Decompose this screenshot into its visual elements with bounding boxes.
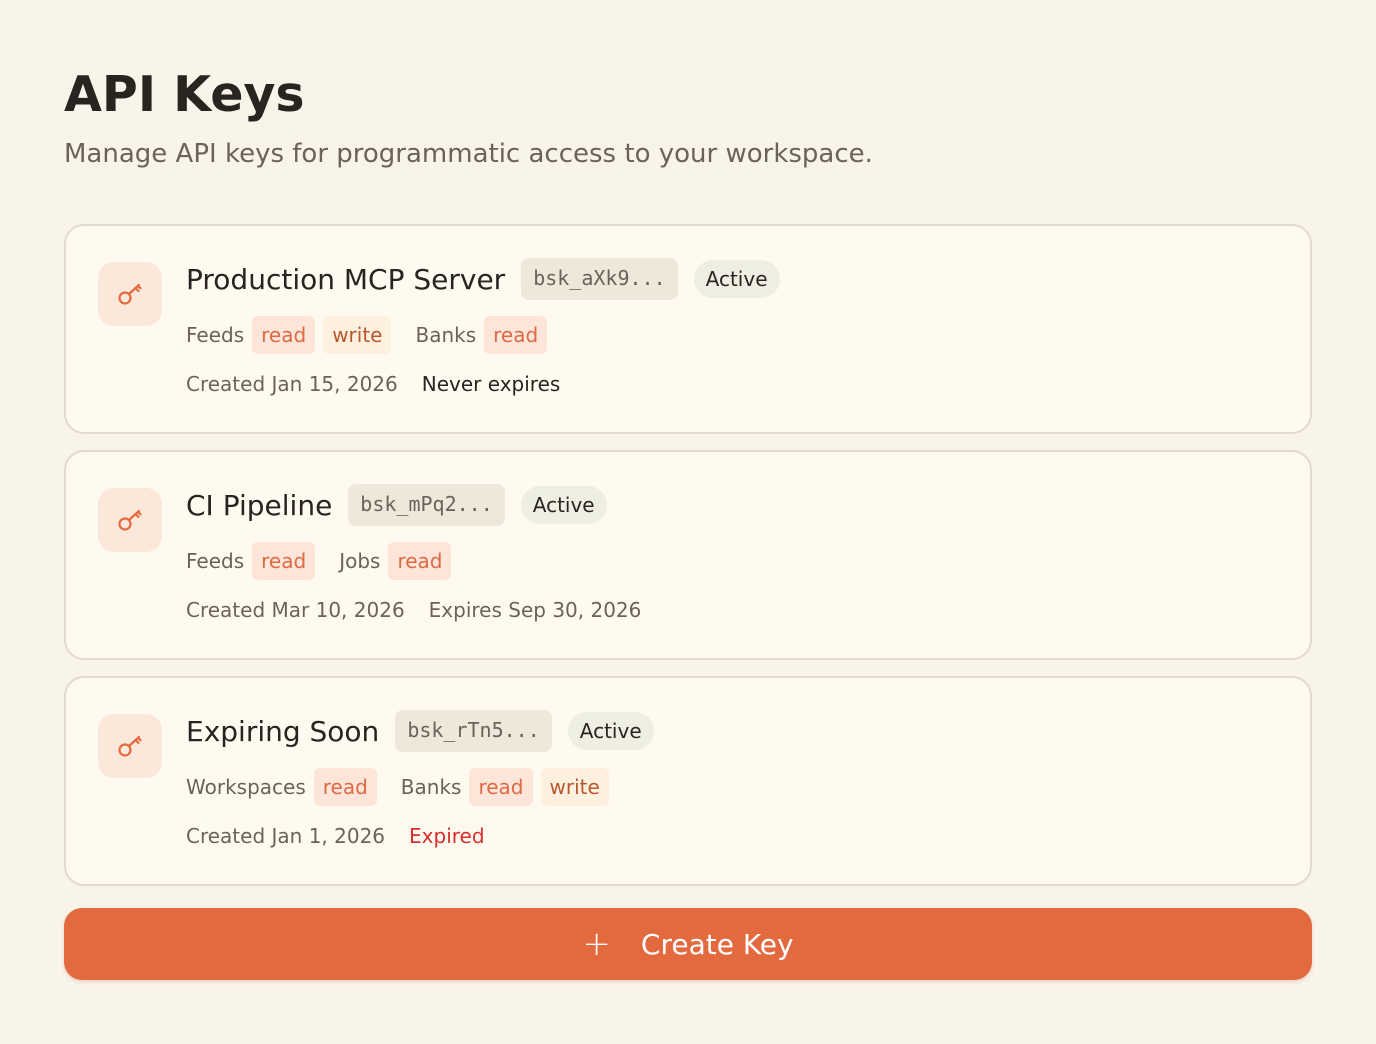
key-icon <box>98 262 162 326</box>
key-dates-row: Created Jan 15, 2026 Never expires <box>186 370 560 398</box>
api-key-card[interactable]: Production MCP Server bsk_aXk9... Active Fe… <box>64 224 1312 434</box>
scope-label: Workspaces <box>186 775 306 799</box>
status-badge: Active <box>693 260 780 298</box>
api-key-card[interactable]: Expiring Soon bsk_rTn5... Active Workspaces… <box>64 676 1312 886</box>
plus-icon: + <box>582 924 611 964</box>
key-dates-row: Created Mar 10, 2026 Expires Sep 30, 2026 <box>186 596 641 624</box>
key-header-row: Production MCP Server bsk_aXk9... Active <box>186 258 780 300</box>
permission-badge: read <box>388 542 452 580</box>
scope-label: Feeds <box>186 549 245 573</box>
key-header-row: CI Pipeline bsk_mPq2... Active <box>186 484 607 526</box>
api-key-list: Production MCP Server bsk_aXk9... Active Fe… <box>64 224 1312 902</box>
create-key-label: Create Key <box>640 927 794 961</box>
scope-label: Banks <box>400 775 462 799</box>
permission-badge: read <box>252 542 316 580</box>
key-icon <box>98 488 162 552</box>
created-date: Created Jan 1, 2026 <box>186 824 386 848</box>
scope-group: Feeds read write <box>186 316 392 354</box>
key-prefix: bsk_mPq2... <box>348 484 505 526</box>
expiry-status: Expired <box>409 824 485 848</box>
scope-group: Workspaces read <box>186 768 377 806</box>
permission-badge: read <box>252 316 316 354</box>
page-subtitle: Manage API keys for programmatic access … <box>64 139 873 169</box>
key-scopes-row: Workspaces read Banks read write <box>186 768 633 806</box>
permission-badge: read <box>313 768 377 806</box>
expiry-status: Never expires <box>421 372 561 396</box>
key-scopes-row: Feeds read write Banks read <box>186 316 571 354</box>
status-badge: Active <box>520 486 607 524</box>
key-dates-row: Created Jan 1, 2026 Expired <box>186 822 485 850</box>
key-header-row: Expiring Soon bsk_rTn5... Active <box>186 710 654 752</box>
created-date: Created Jan 15, 2026 <box>186 372 398 396</box>
permission-badge: read <box>484 316 548 354</box>
created-date: Created Mar 10, 2026 <box>186 598 405 622</box>
scope-group: Feeds read <box>186 542 316 580</box>
permission-badge: read <box>469 768 533 806</box>
key-name: Expiring Soon <box>186 714 380 748</box>
create-key-button[interactable]: + Create Key <box>64 908 1312 980</box>
key-name: Production MCP Server <box>186 262 506 296</box>
key-name: CI Pipeline <box>186 488 333 522</box>
key-icon <box>98 714 162 778</box>
api-key-card[interactable]: CI Pipeline bsk_mPq2... Active Feeds read Job… <box>64 450 1312 660</box>
scope-label: Feeds <box>186 323 245 347</box>
key-prefix: bsk_rTn5... <box>395 710 552 752</box>
expiry-status: Expires Sep 30, 2026 <box>428 598 642 622</box>
key-prefix: bsk_aXk9... <box>521 258 678 300</box>
permission-badge: write <box>540 768 609 806</box>
scope-label: Jobs <box>339 549 381 573</box>
scope-label: Banks <box>415 323 477 347</box>
scope-group: Banks read <box>415 316 548 354</box>
scope-group: Banks read write <box>401 768 609 806</box>
permission-badge: write <box>323 316 392 354</box>
page-title: API Keys <box>64 66 305 123</box>
scope-group: Jobs read <box>339 542 452 580</box>
status-badge: Active <box>567 712 654 750</box>
key-scopes-row: Feeds read Jobs read <box>186 542 475 580</box>
